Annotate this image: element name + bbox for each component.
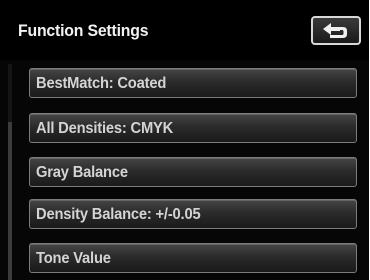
page-title: Function Settings xyxy=(18,21,149,40)
menu-item-label: BestMatch: Coated xyxy=(36,75,167,92)
menu-item-label: Gray Balance xyxy=(36,164,128,181)
menu-item-tone-value[interactable]: Tone Value xyxy=(29,243,357,273)
menu-item-gray-balance[interactable]: Gray Balance xyxy=(29,157,357,187)
scrollbar-thumb[interactable] xyxy=(8,122,12,280)
function-settings-screen: Function Settings BestMatch: Coated All … xyxy=(0,0,369,280)
menu-item-all-densities[interactable]: All Densities: CMYK xyxy=(29,113,357,143)
menu-item-label: All Densities: CMYK xyxy=(36,120,174,137)
menu-item-label: Tone Value xyxy=(36,250,111,267)
menu-item-bestmatch[interactable]: BestMatch: Coated xyxy=(29,68,357,98)
back-button[interactable] xyxy=(311,16,361,45)
header-bar: Function Settings xyxy=(0,0,369,60)
scrollbar[interactable] xyxy=(8,64,12,280)
return-arrow-icon xyxy=(323,22,347,38)
menu-item-density-balance[interactable]: Density Balance: +/-0.05 xyxy=(29,199,357,229)
menu-item-label: Density Balance: +/-0.05 xyxy=(36,206,201,223)
